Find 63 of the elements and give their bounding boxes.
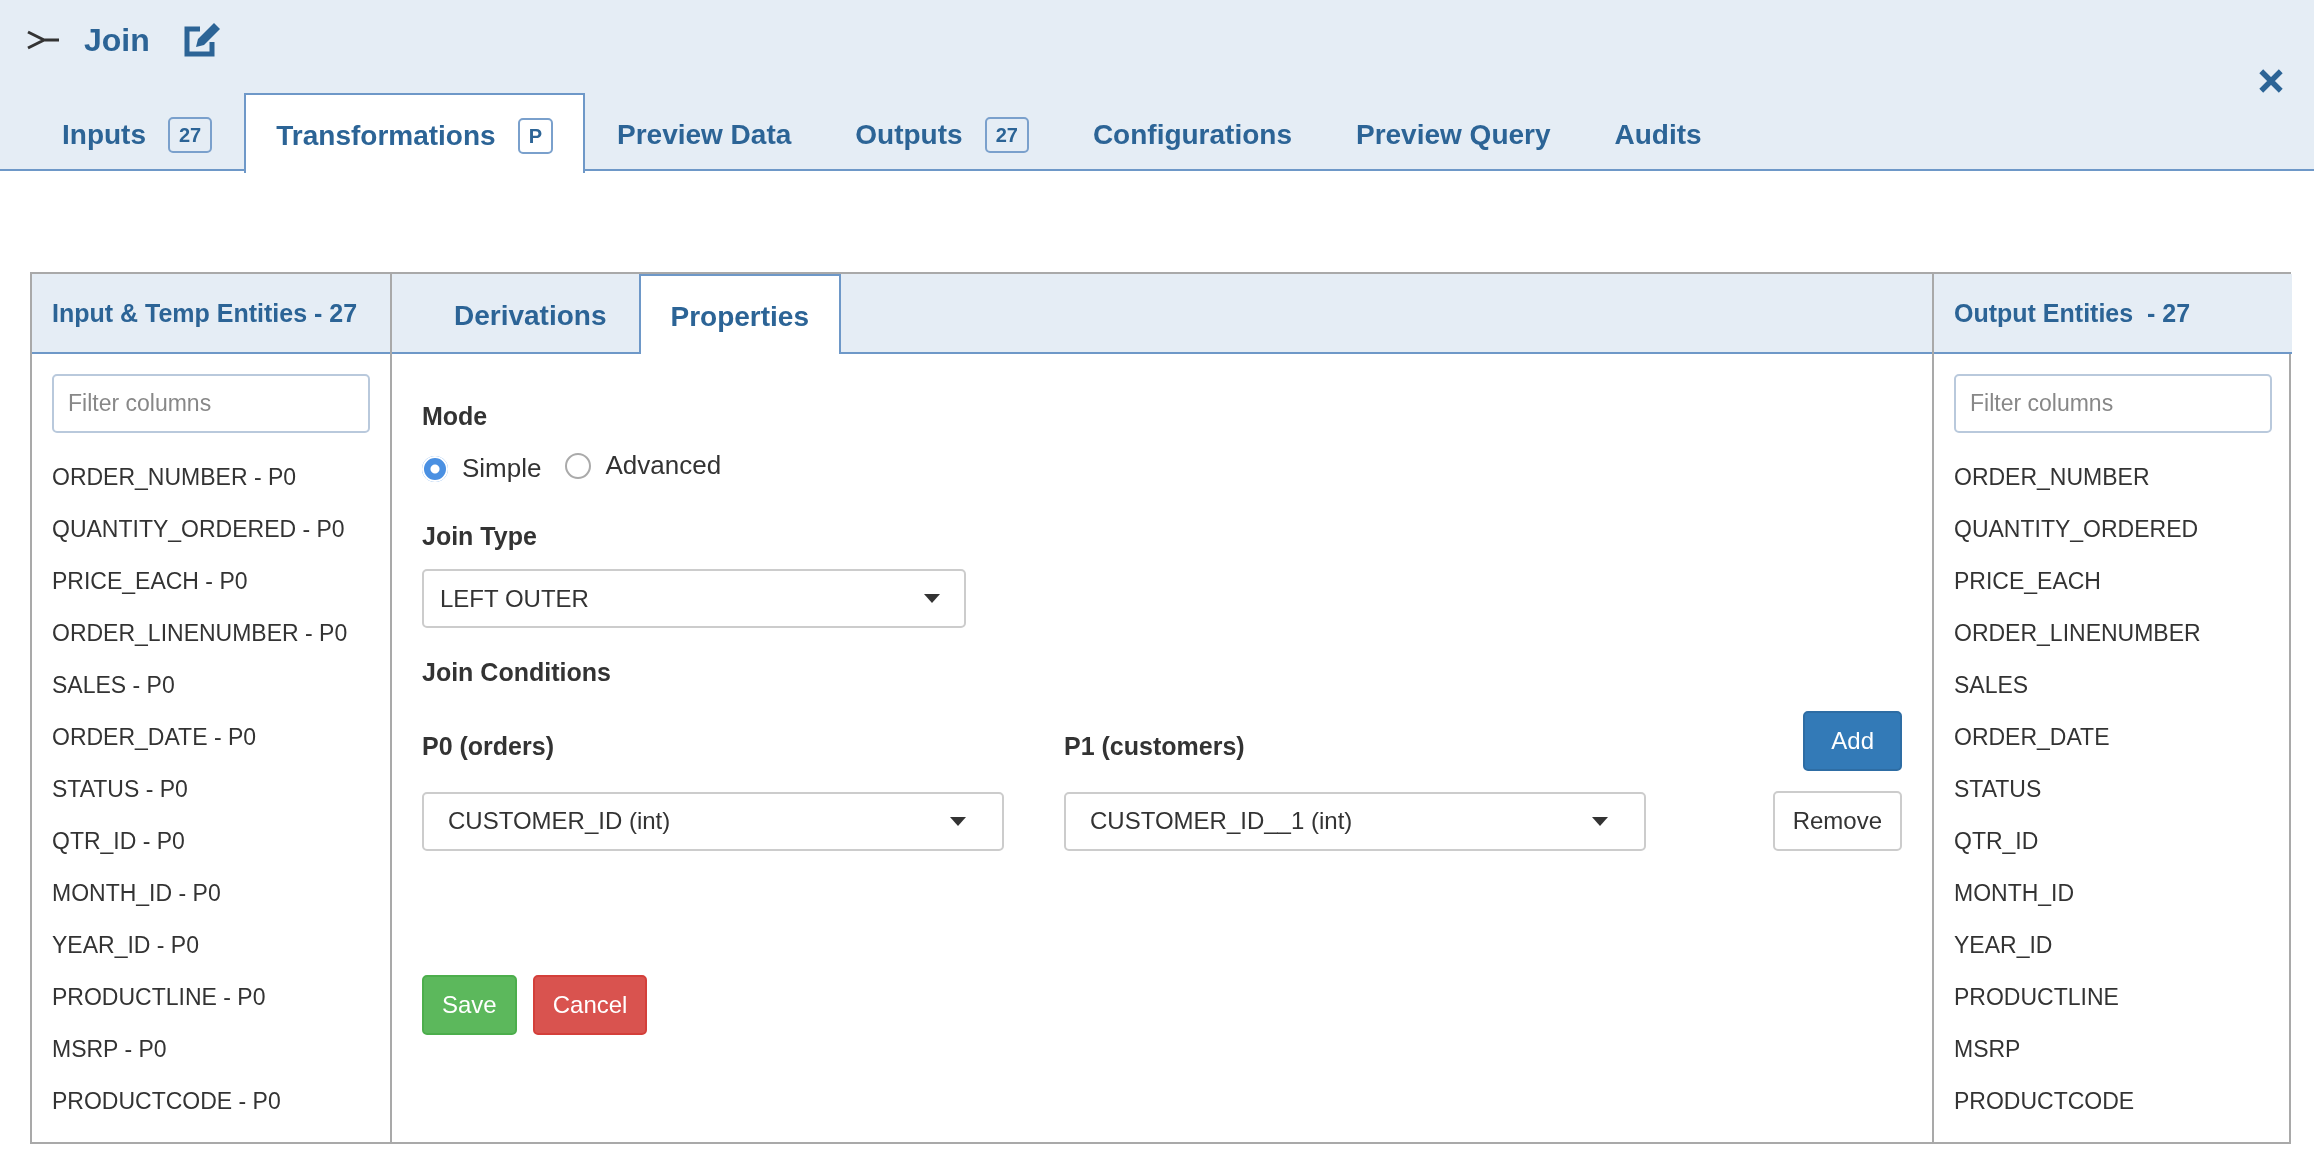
column-item[interactable]: MSRP	[1954, 1023, 2272, 1075]
field-label: Join Type	[422, 522, 537, 551]
tab[interactable]: Preview Query	[1323, 95, 1583, 173]
field-label: Mode	[422, 402, 488, 431]
count-badge: P	[517, 117, 553, 154]
tab[interactable]: Audits	[1582, 95, 1734, 173]
radio-label: Advanced	[605, 450, 722, 481]
tab[interactable]: Configurations	[1060, 95, 1324, 173]
column-item[interactable]: PRODUCTLINE - P0	[52, 971, 370, 1023]
column-item[interactable]: PRICE_EACH - P0	[52, 555, 370, 607]
column-item[interactable]: QTR_ID	[1954, 815, 2272, 867]
tab[interactable]: Outputs 27	[823, 95, 1061, 173]
column-item[interactable]: PRICE_EACH	[1954, 555, 2272, 607]
tab[interactable]: Preview Data	[585, 95, 824, 173]
column-item[interactable]: QTR_ID - P0	[52, 815, 370, 867]
field-label: Join Conditions	[422, 658, 611, 687]
filter-field[interactable]: Filter columns	[52, 374, 370, 433]
column-item[interactable]: MSRP - P0	[52, 1023, 370, 1075]
column-label: P1 (customers)	[1064, 731, 1246, 761]
filter-field[interactable]: Filter columns	[1954, 374, 2272, 433]
radio-button[interactable]	[565, 452, 592, 479]
dropdown[interactable]: CUSTOMER_ID__1 (int)	[1064, 791, 1646, 851]
tab[interactable]: Derivations	[422, 276, 639, 354]
column-item[interactable]: SALES - P0	[52, 659, 370, 711]
column-item[interactable]: YEAR_ID	[1954, 919, 2272, 971]
column-item[interactable]: PRODUCTLINE	[1954, 971, 2272, 1023]
close-icon[interactable]	[2258, 68, 2284, 94]
column-item[interactable]: MONTH_ID - P0	[52, 867, 370, 919]
column-item[interactable]: SALES	[1954, 659, 2272, 711]
dropdown[interactable]: CUSTOMER_ID (int)	[422, 791, 1004, 851]
join-icon	[26, 30, 60, 50]
caret-icon	[1592, 816, 1608, 826]
panel-header: Input & Temp Entities - 27	[32, 274, 390, 354]
dropdown[interactable]: LEFT OUTER	[422, 569, 966, 628]
tab[interactable]: Properties	[638, 274, 841, 354]
column-item[interactable]: STATUS	[1954, 763, 2272, 815]
radio-label: Simple	[462, 453, 542, 484]
window-title: Join	[84, 21, 150, 59]
tab[interactable]: Transformations P	[244, 93, 585, 173]
tab[interactable]: Inputs 27	[30, 95, 245, 173]
add-button[interactable]: Add	[1803, 711, 1902, 771]
column-item[interactable]: QUANTITY_ORDERED	[1954, 503, 2272, 555]
column-item[interactable]: ORDER_NUMBER - P0	[52, 451, 370, 503]
caret-icon	[924, 594, 940, 603]
column-item[interactable]: PRODUCTCODE	[1954, 1075, 2272, 1127]
caret-icon	[950, 816, 966, 826]
count-badge: 27	[984, 117, 1029, 153]
column-item[interactable]: STATUS - P0	[52, 763, 370, 815]
column-item[interactable]: ORDER_NUMBER	[1954, 451, 2272, 503]
column-item[interactable]: ORDER_DATE - P0	[52, 711, 370, 763]
cancel-button[interactable]: Cancel	[532, 975, 648, 1035]
column-item[interactable]: QUANTITY_ORDERED - P0	[52, 503, 370, 555]
remove-button[interactable]: Remove	[1772, 791, 1902, 851]
column-item[interactable]: MONTH_ID	[1954, 867, 2272, 919]
column-item[interactable]: PRODUCTCODE - P0	[52, 1075, 370, 1127]
column-item[interactable]: ORDER_DATE	[1954, 711, 2272, 763]
column-label: P0 (orders)	[422, 731, 555, 761]
column-item[interactable]: YEAR_ID - P0	[52, 919, 370, 971]
panel-header: Output Entities - 27	[1934, 274, 2292, 354]
column-item[interactable]: ORDER_LINENUMBER - P0	[52, 607, 370, 659]
radio-button[interactable]	[422, 455, 448, 482]
column-item[interactable]: ORDER_LINENUMBER	[1954, 607, 2272, 659]
count-badge: 27	[168, 117, 213, 153]
